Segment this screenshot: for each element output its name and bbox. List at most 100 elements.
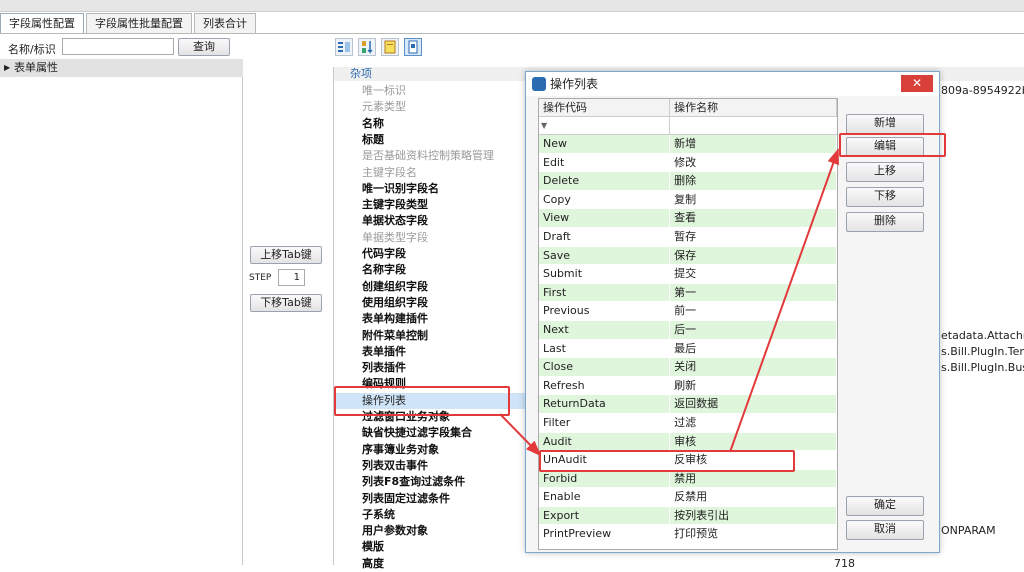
property-row[interactable]: 单据状态字段 bbox=[334, 213, 534, 229]
operation-row[interactable]: Save 保存 bbox=[539, 246, 837, 266]
move-up-tab-button[interactable]: 上移Tab键 bbox=[250, 246, 322, 264]
property-row[interactable]: 列表F8查询过滤条件 bbox=[334, 474, 534, 490]
property-row[interactable]: 模版 bbox=[334, 539, 534, 555]
property-row[interactable]: 名称 bbox=[334, 116, 534, 132]
search-button[interactable]: 查询 bbox=[178, 38, 230, 56]
property-value[interactable]: etadata.Attachme bbox=[941, 328, 1024, 344]
property-row[interactable]: 主键字段类型 bbox=[334, 197, 534, 213]
cancel-button[interactable]: 取消 bbox=[846, 520, 924, 540]
property-row[interactable]: 标题 bbox=[334, 132, 534, 148]
operation-row[interactable]: Forbid 禁用 bbox=[539, 469, 837, 489]
operation-name-cell: 修改 bbox=[670, 153, 837, 172]
search-input[interactable] bbox=[62, 38, 174, 55]
operation-name-cell: 新增 bbox=[670, 135, 837, 153]
operation-row[interactable]: Enable 反禁用 bbox=[539, 488, 837, 507]
grid-header: 操作代码 操作名称 bbox=[539, 99, 837, 117]
operation-code-cell: Refresh bbox=[539, 376, 671, 395]
operation-name-cell: 查看 bbox=[670, 209, 837, 227]
operation-row[interactable]: Filter 过滤 bbox=[539, 413, 837, 433]
add-button[interactable]: 新增 bbox=[846, 114, 924, 134]
property-row[interactable]: 创建组织字段 bbox=[334, 279, 534, 295]
property-row[interactable]: 子系统 bbox=[334, 507, 534, 523]
property-row[interactable]: 表单构建插件 bbox=[334, 311, 534, 327]
move-up-button[interactable]: 上移 bbox=[846, 162, 924, 182]
tab-list-total[interactable]: 列表合计 bbox=[194, 13, 256, 34]
sort-category-icon[interactable] bbox=[335, 38, 353, 56]
operation-row[interactable]: First 第一 bbox=[539, 283, 837, 303]
property-row[interactable]: 缺省快捷过滤字段集合 bbox=[334, 425, 534, 441]
close-button[interactable]: ✕ bbox=[901, 75, 933, 92]
property-row[interactable]: 表单插件 bbox=[334, 344, 534, 360]
filter-row: ▼ bbox=[539, 117, 837, 135]
column-header-code[interactable]: 操作代码 bbox=[539, 99, 671, 116]
events-icon[interactable] bbox=[404, 38, 422, 56]
tab-field-config[interactable]: 字段属性配置 bbox=[0, 13, 84, 34]
sort-alpha-icon[interactable] bbox=[358, 38, 376, 56]
property-row[interactable]: 序事簿业务对象 bbox=[334, 442, 534, 458]
operation-code-cell: Audit bbox=[539, 432, 671, 451]
property-row[interactable]: 是否基础资料控制策略管理 bbox=[334, 148, 534, 164]
ok-button[interactable]: 确定 bbox=[846, 496, 924, 516]
operation-row[interactable]: Draft 暂存 bbox=[539, 227, 837, 247]
property-row[interactable]: 名称字段 bbox=[334, 262, 534, 278]
operation-row[interactable]: Copy 复制 bbox=[539, 190, 837, 210]
property-row[interactable]: 列表固定过滤条件 bbox=[334, 491, 534, 507]
operation-name-cell: 复制 bbox=[670, 190, 837, 209]
property-row[interactable]: 唯一标识 bbox=[334, 83, 534, 99]
filter-cell-code[interactable] bbox=[549, 117, 671, 134]
property-row[interactable]: 用户参数对象 bbox=[334, 523, 534, 539]
move-down-button[interactable]: 下移 bbox=[846, 187, 924, 207]
operation-row[interactable]: Submit 提交 bbox=[539, 265, 837, 284]
expand-arrow-icon[interactable]: ▶ bbox=[4, 59, 10, 77]
property-value[interactable]: s.Bill.PlugIn.Temp bbox=[941, 344, 1024, 360]
operation-row[interactable]: Next 后一 bbox=[539, 320, 837, 340]
property-value[interactable]: 809a-8954922b5 bbox=[941, 83, 1024, 99]
property-row[interactable]: 列表插件 bbox=[334, 360, 534, 376]
search-label: 名称/标识 bbox=[8, 43, 56, 56]
app-icon bbox=[532, 77, 546, 91]
operation-row[interactable]: PrintPreview 打印预览 bbox=[539, 525, 837, 545]
property-row[interactable]: 代码字段 bbox=[334, 246, 534, 262]
properties-page-icon[interactable] bbox=[381, 38, 399, 56]
operation-row[interactable]: Delete 删除 bbox=[539, 172, 837, 191]
tab-batch-config[interactable]: 字段属性批量配置 bbox=[86, 13, 192, 34]
property-row[interactable]: 附件菜单控制 bbox=[334, 328, 534, 344]
property-row[interactable]: 单据类型字段 bbox=[334, 230, 534, 246]
operation-code-cell: Previous bbox=[539, 302, 671, 320]
property-value[interactable]: s.Bill.PlugIn.Busine bbox=[941, 360, 1024, 376]
operation-name-cell: 第一 bbox=[670, 283, 837, 302]
property-row[interactable]: 主键字段名 bbox=[334, 165, 534, 181]
operation-name-cell: 关闭 bbox=[670, 358, 837, 376]
property-row[interactable]: 列表双击事件 bbox=[334, 458, 534, 474]
tab-divider bbox=[0, 33, 1024, 34]
property-row[interactable]: 元素类型 bbox=[334, 99, 534, 115]
operation-row[interactable]: Refresh 刷新 bbox=[539, 376, 837, 396]
operation-row[interactable]: New 新增 bbox=[539, 135, 837, 154]
tree-node-form-properties[interactable]: ▶ 表单属性 bbox=[0, 59, 243, 77]
operation-row[interactable]: Previous 前一 bbox=[539, 302, 837, 321]
operation-row[interactable]: View 查看 bbox=[539, 209, 837, 228]
highlight-edit-button bbox=[839, 133, 946, 157]
property-row[interactable]: 唯一识别字段名 bbox=[334, 181, 534, 197]
operation-row[interactable]: ReturnData 返回数据 bbox=[539, 395, 837, 414]
filter-cell-name[interactable] bbox=[670, 117, 837, 134]
property-value[interactable]: ONPARAM bbox=[941, 523, 1024, 539]
operation-row[interactable]: Close 关闭 bbox=[539, 358, 837, 377]
operation-code-cell: Forbid bbox=[539, 469, 671, 488]
operation-row[interactable]: Last 最后 bbox=[539, 339, 837, 359]
operation-name-cell: 前一 bbox=[670, 302, 837, 320]
delete-button[interactable]: 删除 bbox=[846, 212, 924, 232]
operation-row[interactable]: Edit 修改 bbox=[539, 153, 837, 173]
left-panel: ▶ 表单属性 bbox=[0, 59, 243, 565]
step-input[interactable]: 1 bbox=[278, 269, 305, 286]
column-header-name[interactable]: 操作名称 bbox=[670, 99, 837, 116]
property-value[interactable]: 718 bbox=[834, 556, 914, 572]
property-row[interactable]: 使用组织字段 bbox=[334, 295, 534, 311]
operation-code-cell: Delete bbox=[539, 172, 671, 190]
move-down-tab-button[interactable]: 下移Tab键 bbox=[250, 294, 322, 312]
operation-name-cell: 提交 bbox=[670, 265, 837, 283]
operation-row[interactable]: Export 按列表引出 bbox=[539, 506, 837, 526]
property-row[interactable]: 高度 bbox=[334, 556, 534, 572]
tree-node-label: 表单属性 bbox=[14, 61, 58, 74]
operation-row[interactable]: Audit 审核 bbox=[539, 432, 837, 452]
